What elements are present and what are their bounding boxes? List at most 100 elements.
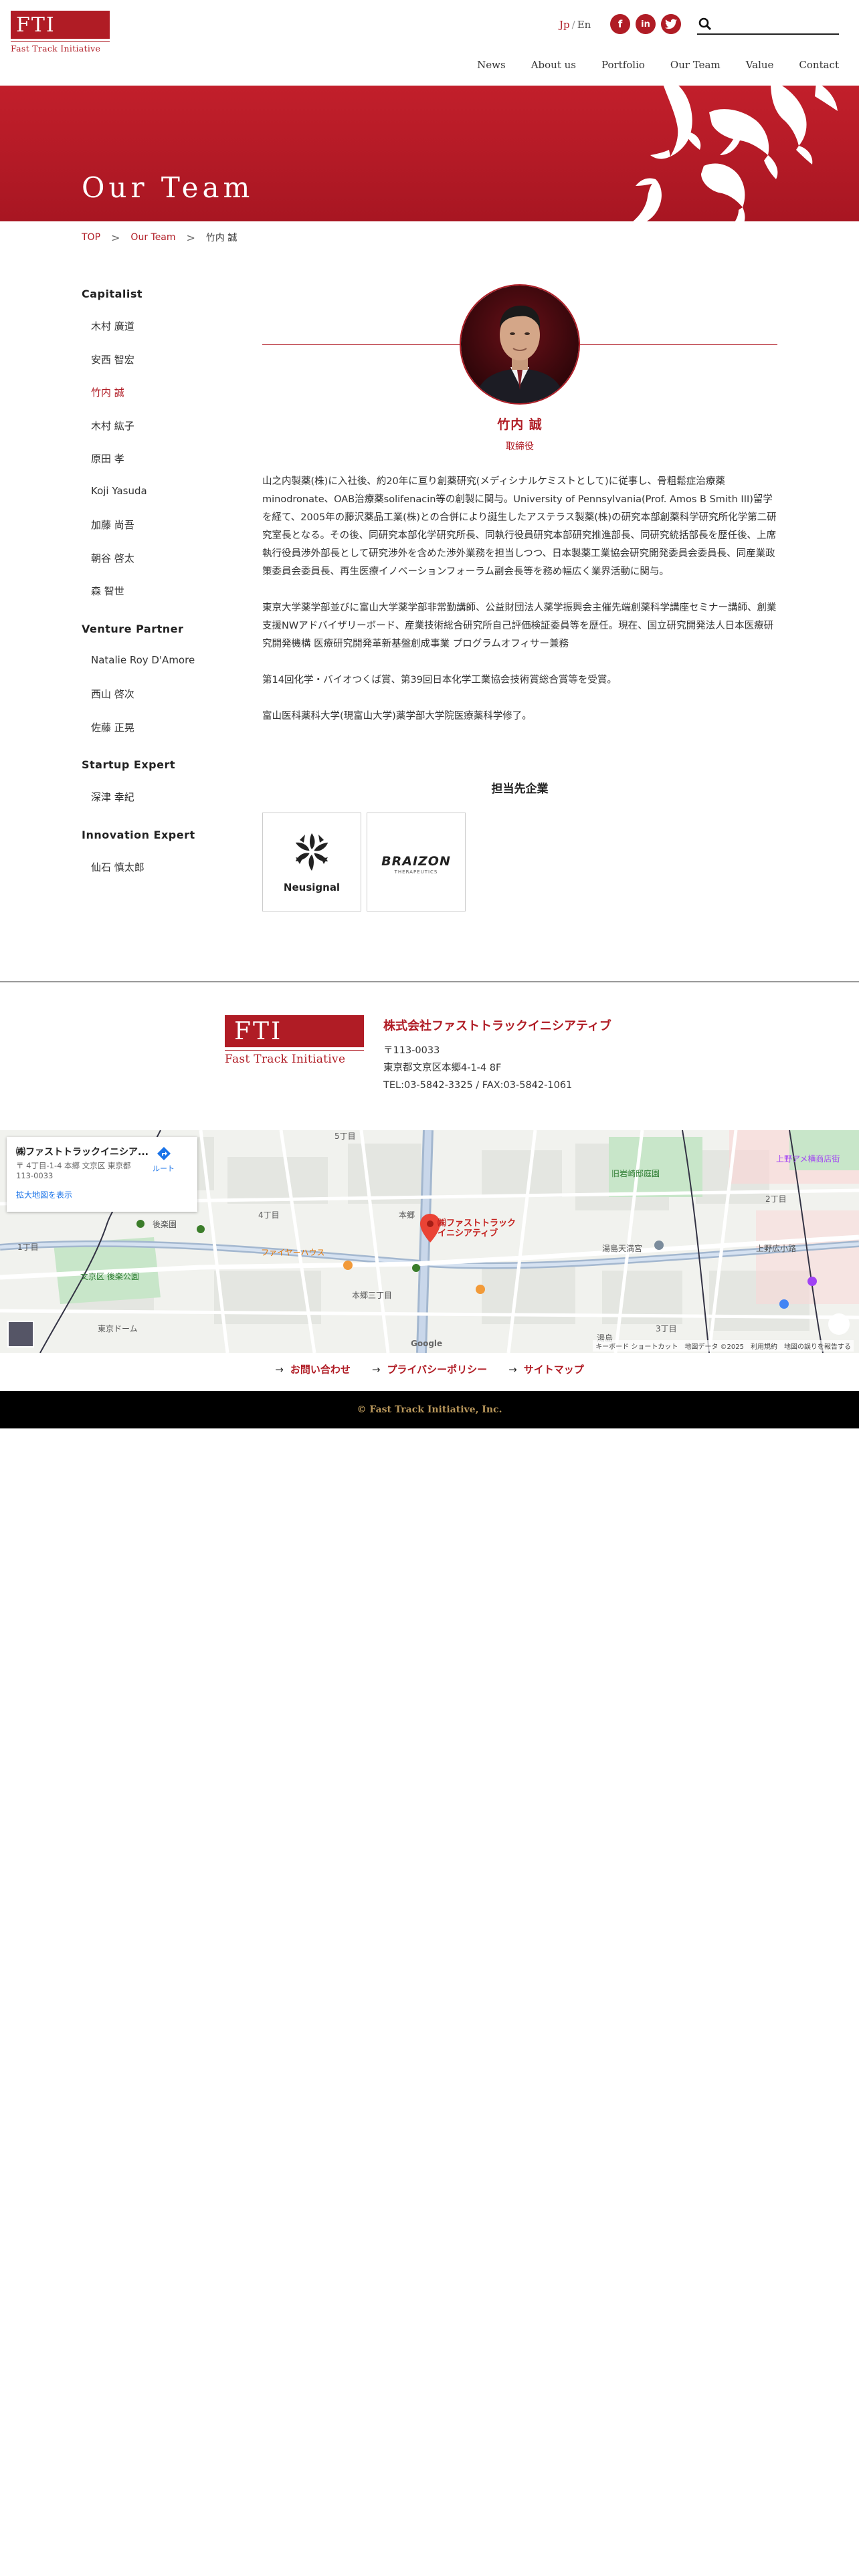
footer-sitemap-link[interactable]: サイトマップ	[524, 1364, 584, 1376]
map-label: 2丁目	[765, 1194, 787, 1204]
lang-en-link[interactable]: En	[577, 19, 591, 31]
google-map[interactable]: ㈱ファストトラックイニシア... 〒 4丁目-1-4 本郷 文京区 東京都 11…	[0, 1130, 859, 1353]
map-pin-label-line: ㈱ファストトラック	[438, 1218, 516, 1228]
footer-logo[interactable]: FTI Fast Track Initiative	[225, 1015, 364, 1066]
arrow-right-icon: →	[275, 1364, 284, 1376]
map-route-button[interactable]: ルート	[153, 1146, 175, 1174]
footer-privacy-link[interactable]: プライバシーポリシー	[387, 1364, 487, 1376]
footer-phone: TEL:03-5842-3325 / FAX:03-5842-1061	[383, 1080, 573, 1091]
member-portrait	[460, 284, 580, 405]
nav-our-team[interactable]: Our Team	[670, 59, 721, 71]
map-label: 旧岩崎邸庭園	[611, 1169, 660, 1178]
sidebar-member[interactable]: 木村 廣道	[82, 319, 242, 352]
portfolio-companies: Neusignal BRAIZON THERAPEUTICS	[262, 813, 466, 911]
sidebar-member[interactable]: 原田 孝	[82, 451, 242, 485]
company-card-braizon[interactable]: BRAIZON THERAPEUTICS	[367, 813, 466, 911]
nav-news[interactable]: News	[477, 59, 506, 71]
sidebar-member[interactable]: 佐藤 正晃	[82, 720, 242, 754]
hero-banner: Our Team	[0, 86, 859, 221]
sidebar-member[interactable]: Koji Yasuda	[82, 485, 242, 518]
map-label: 文京区 後楽公園	[80, 1272, 139, 1281]
map-place-title: ㈱ファストトラックイニシア...	[16, 1147, 149, 1158]
copyright-bar: © Fast Track Initiative, Inc.	[0, 1391, 859, 1428]
google-wordmark: Google	[411, 1339, 443, 1348]
logo-subtext: Fast Track Initiative	[11, 41, 110, 53]
neusignal-wordmark: Neusignal	[284, 881, 340, 893]
map-label: 後楽園	[153, 1220, 177, 1229]
nav-portfolio[interactable]: Portfolio	[601, 59, 645, 71]
sidebar-member-active[interactable]: 竹内 誠	[82, 385, 242, 419]
member-title: 取締役	[506, 441, 534, 452]
breadcrumb-current: 竹内 誠	[205, 233, 237, 243]
sidebar-member[interactable]: Natalie Roy D'Amore	[82, 654, 242, 687]
bio-paragraph: 第14回化学・バイオつくば賞、第39回日本化学工業協会技術賞総合賞等を受賞。	[262, 675, 617, 685]
bio-paragraph: 山之内製薬(株)に入社後、約20年に亘り創薬研究(メディシナルケミストとして)に…	[262, 476, 777, 577]
footer-company-name: 株式会社ファストトラックイニシアティブ	[383, 1019, 611, 1033]
footer-contact-link[interactable]: お問い合わせ	[290, 1364, 351, 1376]
map-label: 5丁目	[335, 1132, 356, 1141]
bio-paragraph: 富山医科薬科大学(現富山大学)薬学部大学院医療薬科学修了。	[262, 711, 532, 722]
breadcrumb: TOP > Our Team > 竹内 誠	[82, 231, 237, 244]
search-input[interactable]	[717, 16, 838, 32]
footer-company-info: 株式会社ファストトラックイニシアティブ 〒113-0033 東京都文京区本郷4-…	[383, 1016, 611, 1094]
sidebar-member[interactable]: 朝谷 啓太	[82, 551, 242, 584]
map-label: 3丁目	[656, 1324, 677, 1333]
footer-link-item: → お問い合わせ	[275, 1362, 351, 1376]
category-startup-expert: Startup Expert	[82, 758, 176, 771]
company-card-neusignal[interactable]: Neusignal	[262, 813, 361, 911]
sidebar-member[interactable]: 安西 智宏	[82, 352, 242, 386]
language-switch: Jp / En	[559, 19, 591, 31]
breadcrumb-separator-icon: >	[186, 231, 195, 244]
braizon-wordmark: BRAIZON	[381, 854, 451, 869]
map-attribution[interactable]: キーボード ショートカット 地図データ ©2025 利用規約 地図の誤りを報告す…	[593, 1340, 854, 1352]
search-box	[697, 16, 839, 35]
directions-icon	[157, 1147, 171, 1160]
member-bio: 山之内製薬(株)に入社後、約20年に亘り創薬研究(メディシナルケミストとして)に…	[262, 473, 777, 744]
footer-divider	[0, 981, 859, 982]
sidebar-member[interactable]: 加藤 尚吾	[82, 518, 242, 551]
lang-separator: /	[571, 19, 575, 31]
footer-links: → お問い合わせ → プライバシーポリシー → サイトマップ	[0, 1362, 859, 1376]
footer-link-item: → サイトマップ	[508, 1362, 584, 1376]
map-label: 1丁目	[17, 1243, 39, 1252]
koi-fish-illustration	[633, 86, 838, 221]
twitter-icon[interactable]	[661, 14, 681, 34]
bio-paragraph: 東京大学薬学部並びに富山大学薬学部非常勤講師、公益財団法人薬学振興会主催先端創薬…	[262, 603, 777, 649]
breadcrumb-home-link[interactable]: TOP	[82, 232, 100, 243]
neusignal-logo: Neusignal	[284, 833, 340, 893]
category-venture-partner: Venture Partner	[82, 622, 184, 635]
sidebar-member[interactable]: 森 智世	[82, 584, 242, 617]
page-title: Our Team	[82, 171, 254, 204]
sidebar-member[interactable]: 西山 啓次	[82, 687, 242, 720]
breadcrumb-our-team-link[interactable]: Our Team	[130, 232, 175, 243]
linkedin-icon[interactable]: in	[636, 14, 656, 34]
search-icon[interactable]	[698, 17, 712, 31]
site-header: FTI Fast Track Initiative Jp / En f in New…	[0, 0, 859, 86]
sidebar-member[interactable]: 深津 幸紀	[82, 790, 242, 823]
arrow-right-icon: →	[508, 1364, 517, 1376]
map-label: ファイヤーハウス	[261, 1248, 325, 1257]
sidebar-member[interactable]: 木村 紘子	[82, 419, 242, 452]
category-capitalist: Capitalist	[82, 288, 143, 300]
sidebar-member[interactable]: 仙石 慎太郎	[82, 860, 242, 893]
facebook-icon[interactable]: f	[610, 14, 630, 34]
site-logo[interactable]: FTI Fast Track Initiative	[11, 11, 110, 53]
lang-jp-link[interactable]: Jp	[559, 19, 570, 31]
nav-contact[interactable]: Contact	[799, 59, 839, 71]
map-route-label: ルート	[153, 1164, 175, 1173]
arrow-right-icon: →	[371, 1364, 381, 1376]
map-info-card: ㈱ファストトラックイニシア... 〒 4丁目-1-4 本郷 文京区 東京都 11…	[7, 1137, 197, 1212]
breadcrumb-separator-icon: >	[111, 231, 120, 244]
map-place-address: 〒 4丁目-1-4 本郷 文京区 東京都 113-0033	[16, 1161, 131, 1180]
map-label: 湯島天満宮	[602, 1244, 643, 1253]
footer-link-item: → プライバシーポリシー	[372, 1362, 487, 1376]
map-label: 本郷三丁目	[352, 1291, 393, 1300]
member-name: 竹内 誠	[497, 417, 543, 432]
nav-value[interactable]: Value	[746, 59, 774, 71]
nav-about-us[interactable]: About us	[531, 59, 576, 71]
map-pin-label: ㈱ファストトラック イニシアティブ	[438, 1218, 516, 1239]
map-label: 上野広小路	[756, 1244, 797, 1253]
map-enlarge-link[interactable]: 拡大地図を表示	[16, 1189, 188, 1200]
footer-logo-subtext: Fast Track Initiative	[225, 1050, 364, 1066]
category-innovation-expert: Innovation Expert	[82, 828, 195, 841]
